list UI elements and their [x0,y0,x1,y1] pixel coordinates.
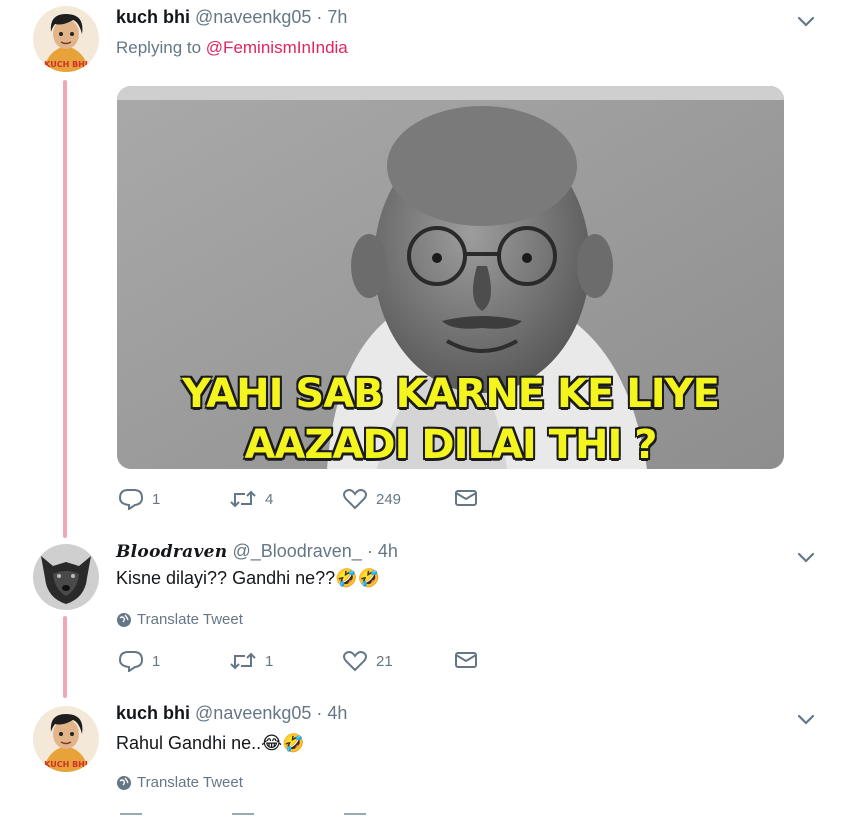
svg-text:KUCH BHI: KUCH BHI [44,760,88,769]
like-count: 249 [376,490,402,508]
avatar-cartoon-image: KUCH BHI [33,706,99,772]
chevron-down-icon[interactable] [795,546,817,568]
retweet-icon [230,652,256,670]
timestamp[interactable]: 4h [378,541,398,561]
like-button[interactable]: 21 [342,650,393,672]
translate-tweet-link[interactable]: Translate Tweet [116,774,243,791]
translate-label[interactable]: Translate Tweet [137,611,243,628]
retweet-icon [230,490,256,508]
translate-tweet-link[interactable]: Translate Tweet [116,611,243,628]
retweet-count: 4 [265,490,274,508]
replying-label: Replying to [116,38,202,57]
meme-caption-line-2: AAZADI DILAI THI ? [244,422,658,468]
tweet-actions-partial [116,813,516,818]
dm-icon [455,490,477,506]
avatar[interactable]: KUCH BHI [33,6,99,72]
tweet-text: Kisne dilayi?? Gandhi ne??🤣🤣 [116,568,380,588]
like-icon[interactable] [344,813,366,815]
reply-icon [118,489,144,510]
display-name[interactable]: kuch bhi [116,703,190,723]
tweet-actions: 1 4 249 [116,488,516,514]
timestamp[interactable]: 7h [327,7,347,27]
dm-button[interactable] [454,650,478,670]
retweet-button[interactable]: 1 [229,650,273,672]
user-handle[interactable]: @_Bloodraven_ [232,541,361,561]
reply-count: 1 [152,490,161,508]
replying-mention-link[interactable]: @FeminismInIndia [206,38,348,57]
tweet-3[interactable]: KUCH BHI kuch bhi @naveenkg05 · 4h Rahul… [0,700,850,818]
avatar-wolf-image [33,544,99,610]
dm-icon [455,652,477,668]
like-icon [343,489,367,510]
user-handle[interactable]: @naveenkg05 [195,7,311,27]
tweet-1[interactable]: KUCH BHI kuch bhi @naveenkg05 · 7h Reply… [0,0,850,530]
tweet-actions: 1 1 21 [116,650,516,676]
retweet-count: 1 [265,652,274,670]
meme-caption-line-1: YAHI SAB KARNE KE LIYE [182,371,720,417]
retweet-icon[interactable] [232,813,254,815]
tweet-header: kuch bhi @naveenkg05 · 7h [116,7,347,28]
separator-dot: · [316,7,323,27]
like-button[interactable]: 249 [342,488,401,510]
reply-icon [118,651,144,672]
like-count: 21 [376,652,393,670]
avatar[interactable] [33,544,99,610]
translate-label[interactable]: Translate Tweet [137,774,243,791]
separator-dot: · [366,541,373,561]
globe-icon [117,612,131,627]
timestamp[interactable]: 4h [327,703,347,723]
tweet-header: Bloodraven @_Bloodraven_ · 4h [116,541,398,562]
chevron-down-icon[interactable] [795,708,817,730]
display-name[interactable]: Bloodraven [116,542,227,562]
display-name[interactable]: kuch bhi [116,7,190,27]
chevron-down-icon[interactable] [795,10,817,32]
user-handle[interactable]: @naveenkg05 [195,703,311,723]
svg-text:KUCH BHI: KUCH BHI [44,60,88,69]
tweet-2[interactable]: Bloodraven @_Bloodraven_ · 4h Kisne dila… [0,530,850,700]
tweet-header: kuch bhi @naveenkg05 · 4h [116,703,347,724]
replying-to: Replying to @FeminismInIndia [116,38,348,58]
globe-icon [117,775,131,790]
avatar-cartoon-image: KUCH BHI [33,6,99,72]
retweet-button[interactable]: 4 [229,488,273,510]
dm-button[interactable] [454,488,478,508]
reply-icon[interactable] [120,813,142,815]
separator-dot: · [316,703,323,723]
avatar[interactable]: KUCH BHI [33,706,99,772]
reply-button[interactable]: 1 [118,650,160,672]
like-icon [343,651,367,672]
tweet-media-image[interactable]: YAHI SAB KARNE KE LIYE AAZADI DILAI THI … [117,86,784,469]
reply-button[interactable]: 1 [118,488,160,510]
tweet-text: Rahul Gandhi ne..😂🤣 [116,733,305,753]
reply-count: 1 [152,652,161,670]
